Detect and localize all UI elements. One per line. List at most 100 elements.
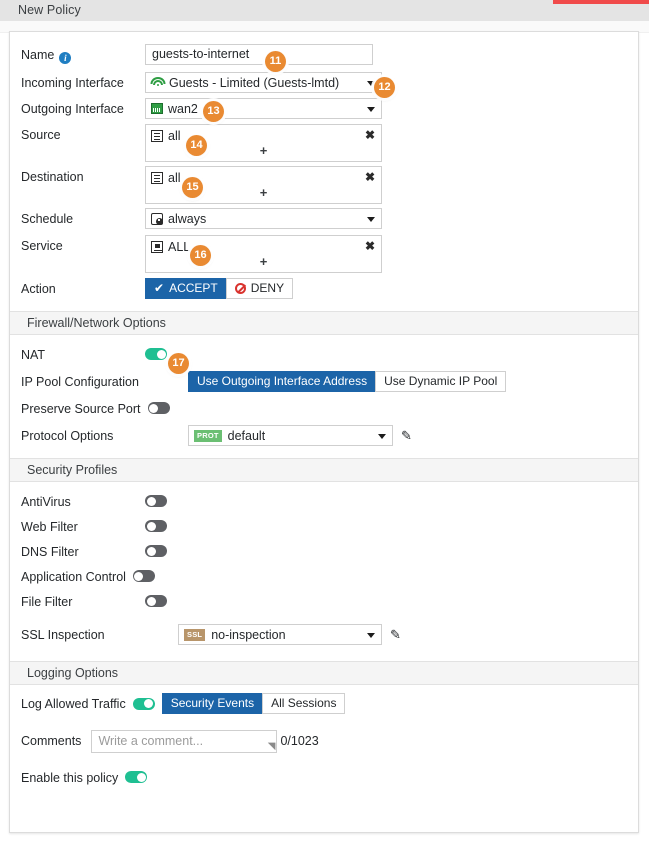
control-service: ALL + ✖ (145, 235, 382, 273)
control-outgoing-interface: wan2 (145, 98, 382, 119)
resize-grip-icon[interactable]: ◥ (268, 742, 276, 752)
ssl-inspection-select[interactable]: SSL no-inspection (178, 624, 382, 645)
control-comments: Write a comment... ◥ 0/1023 (91, 730, 318, 753)
chevron-down-icon[interactable] (378, 434, 386, 439)
log-security-events-button[interactable]: Security Events (162, 693, 263, 714)
deny-prohibition-icon (235, 283, 246, 294)
address-object-icon (151, 172, 163, 184)
control-antivirus (145, 491, 167, 514)
row-action: Action ✔ ACCEPT DENY (10, 278, 638, 301)
control-protocol-options: PROT default ✎ (188, 425, 412, 446)
label-ip-pool-configuration: IP Pool Configuration (21, 371, 145, 394)
info-icon[interactable]: i (59, 52, 71, 64)
top-red-strip (553, 0, 649, 4)
row-destination: Destination all + ✖ (10, 166, 638, 204)
row-file-filter: File Filter (10, 591, 638, 614)
section-firewall-network-options-title: Firewall/Network Options (27, 316, 166, 330)
label-comments: Comments (21, 730, 91, 753)
callout-marker-17: 17 (168, 353, 189, 374)
action-accept-label: ACCEPT (169, 278, 218, 299)
label-source: Source (21, 124, 145, 147)
application-control-toggle[interactable] (133, 570, 155, 582)
security-profiles-rows: AntiVirus Web Filter DNS Filter Applicat… (10, 482, 638, 647)
service-clear-icon[interactable]: ✖ (365, 239, 375, 253)
new-policy-form-card: Namei Incoming Interface Guests - Limite… (9, 31, 639, 833)
control-source: all + ✖ (145, 124, 382, 162)
control-ip-pool-configuration: Use Outgoing Interface Address Use Dynam… (188, 371, 506, 392)
enable-policy-toggle[interactable] (125, 771, 147, 783)
source-entry[interactable]: all (151, 128, 376, 144)
ip-pool-dynamic-button[interactable]: Use Dynamic IP Pool (375, 371, 506, 392)
callout-marker-11: 11 (265, 51, 286, 72)
pencil-icon[interactable]: ✎ (401, 428, 412, 444)
comments-textarea[interactable]: Write a comment... ◥ (91, 730, 277, 753)
service-entry[interactable]: ALL (151, 239, 376, 255)
destination-multiselect[interactable]: all + ✖ (145, 166, 382, 204)
control-nat (145, 344, 167, 367)
label-antivirus: AntiVirus (21, 491, 145, 514)
log-all-sessions-button[interactable]: All Sessions (262, 693, 345, 714)
label-action: Action (21, 278, 145, 301)
row-log-allowed-traffic: Log Allowed Traffic Security Events All … (10, 693, 638, 716)
protocol-options-select[interactable]: PROT default (188, 425, 393, 446)
destination-clear-icon[interactable]: ✖ (365, 170, 375, 184)
control-name (145, 44, 373, 65)
row-service: Service ALL + ✖ (10, 235, 638, 273)
preserve-source-port-toggle[interactable] (148, 402, 170, 414)
row-outgoing-interface: Outgoing Interface wan2 (10, 98, 638, 121)
control-action: ✔ ACCEPT DENY (145, 278, 293, 299)
callout-marker-15: 15 (182, 177, 203, 198)
label-service: Service (21, 235, 145, 258)
comments-character-counter: 0/1023 (280, 730, 318, 753)
callout-marker-14: 14 (186, 135, 207, 156)
control-schedule: always (145, 208, 382, 229)
source-clear-icon[interactable]: ✖ (365, 128, 375, 142)
action-segmented-control: ✔ ACCEPT DENY (145, 278, 293, 299)
antivirus-toggle[interactable] (145, 495, 167, 507)
check-icon: ✔ (154, 278, 164, 299)
row-application-control: Application Control (10, 566, 638, 589)
label-name: Namei (21, 44, 145, 67)
incoming-interface-select[interactable]: Guests - Limited (Guests-lmtd) (145, 72, 382, 93)
section-logging-options: Logging Options (10, 661, 638, 685)
log-allowed-traffic-toggle[interactable] (133, 698, 155, 710)
label-file-filter: File Filter (21, 591, 145, 614)
pencil-icon[interactable]: ✎ (390, 627, 401, 643)
action-deny-button[interactable]: DENY (226, 278, 293, 299)
label-name-text: Name (21, 48, 54, 62)
schedule-select[interactable]: always (145, 208, 382, 229)
label-application-control: Application Control (21, 566, 133, 589)
service-add-button[interactable]: + (151, 255, 376, 269)
form-rows: Namei Incoming Interface Guests - Limite… (10, 32, 638, 301)
action-deny-label: DENY (251, 278, 284, 299)
source-add-button[interactable]: + (151, 144, 376, 158)
control-dns-filter (145, 541, 167, 564)
log-mode-segmented-control: Security Events All Sessions (162, 693, 346, 714)
ip-pool-outgoing-interface-button[interactable]: Use Outgoing Interface Address (188, 371, 376, 392)
row-ssl-inspection: SSL Inspection SSL no-inspection ✎ (10, 624, 638, 647)
chevron-down-icon[interactable] (367, 107, 375, 112)
label-destination: Destination (21, 166, 145, 189)
label-nat: NAT (21, 344, 145, 367)
policy-name-input[interactable] (145, 44, 373, 65)
control-enable-policy (125, 767, 147, 790)
outgoing-interface-select[interactable]: wan2 (145, 98, 382, 119)
dns-filter-toggle[interactable] (145, 545, 167, 557)
comments-placeholder: Write a comment... (98, 734, 203, 748)
web-filter-toggle[interactable] (145, 520, 167, 532)
service-multiselect[interactable]: ALL + ✖ (145, 235, 382, 273)
ip-pool-segmented-control: Use Outgoing Interface Address Use Dynam… (188, 371, 506, 392)
source-multiselect[interactable]: all + ✖ (145, 124, 382, 162)
row-incoming-interface: Incoming Interface Guests - Limited (Gue… (10, 72, 638, 95)
ssl-inspection-value: no-inspection (211, 628, 285, 642)
chevron-down-icon[interactable] (367, 633, 375, 638)
file-filter-toggle[interactable] (145, 595, 167, 607)
label-outgoing-interface: Outgoing Interface (21, 98, 145, 121)
section-firewall-network-options: Firewall/Network Options (10, 311, 638, 335)
action-accept-button[interactable]: ✔ ACCEPT (145, 278, 227, 299)
incoming-interface-value: Guests - Limited (Guests-lmtd) (169, 76, 339, 90)
service-icon (151, 241, 163, 253)
label-schedule: Schedule (21, 208, 145, 231)
chevron-down-icon[interactable] (367, 217, 375, 222)
nat-toggle[interactable] (145, 348, 167, 360)
